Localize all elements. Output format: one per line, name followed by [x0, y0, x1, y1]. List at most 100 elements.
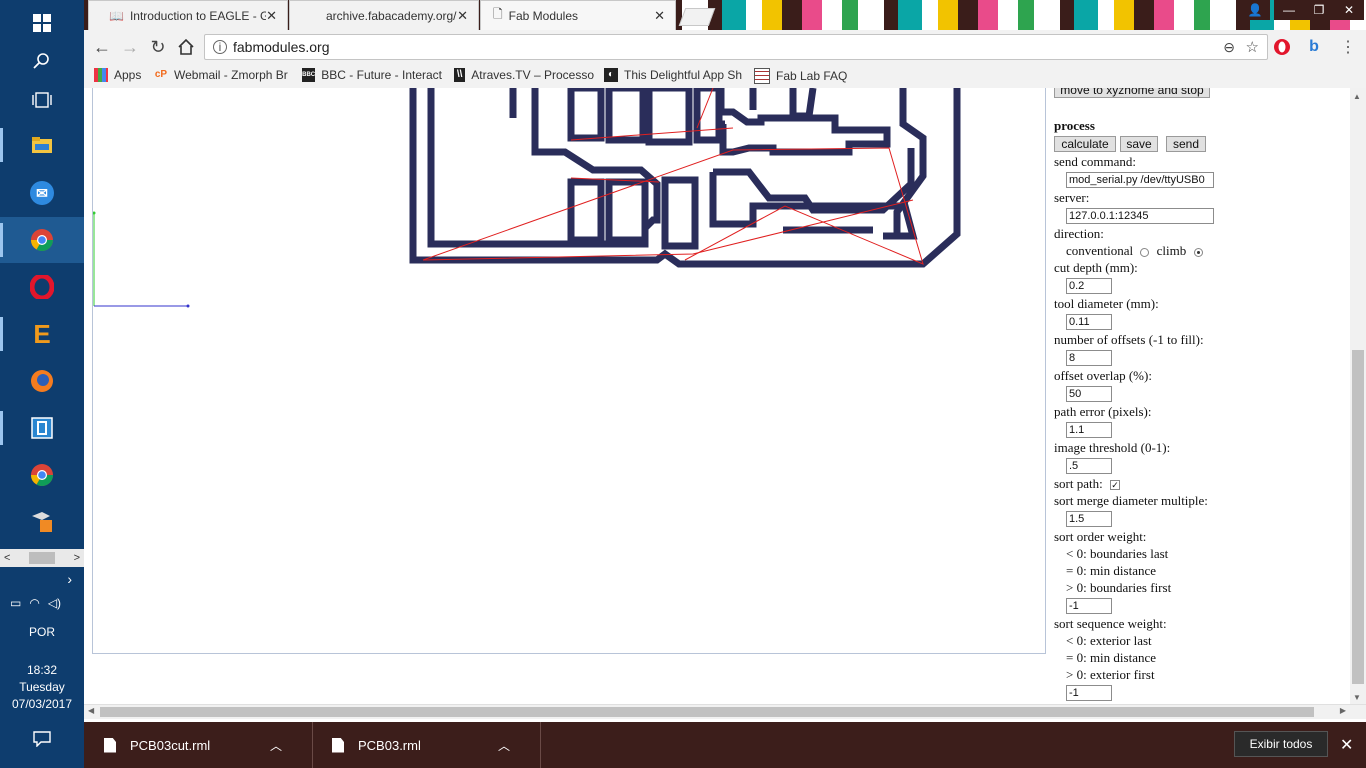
close-shelf-icon[interactable]: ✕	[1340, 735, 1353, 755]
volume-icon[interactable]: ◁)	[48, 596, 61, 610]
clock-date[interactable]: 07/03/2017	[0, 697, 84, 711]
language-indicator[interactable]: POR	[0, 625, 84, 639]
chevron-left-icon[interactable]: <	[4, 552, 10, 564]
scroll-left-icon[interactable]: ◀	[88, 706, 94, 715]
show-all-downloads-button[interactable]: Exibir todos	[1234, 731, 1328, 757]
process-settings-panel: move to xyzhome and stop process calcula…	[1054, 88, 1350, 704]
path-error-label: path error (pixels):	[1054, 404, 1152, 419]
cut-depth-input[interactable]: 0.2	[1066, 278, 1112, 294]
taskbar-thunderbird[interactable]: ✉	[0, 170, 84, 216]
reload-button[interactable]: ↻	[146, 35, 170, 59]
running-indicator	[0, 223, 3, 257]
sequence-weight-input[interactable]: -1	[1066, 685, 1112, 701]
vertical-scroll-thumb[interactable]	[1352, 350, 1364, 684]
wifi-icon[interactable]: ◠	[29, 596, 39, 610]
horizontal-scroll-thumb[interactable]	[100, 707, 1314, 717]
chevron-right-icon[interactable]: >	[74, 552, 80, 564]
taskbar-opera[interactable]	[0, 264, 84, 310]
download-item[interactable]: PCB03cut.rml ︿	[104, 722, 313, 768]
close-icon[interactable]: ✕	[457, 8, 468, 24]
send-command-input[interactable]: mod_serial.py /dev/ttyUSB0	[1066, 172, 1214, 188]
forward-button[interactable]: →	[118, 35, 142, 59]
info-icon[interactable]: i	[213, 40, 227, 54]
bookmark-fablab-faq[interactable]: Fab Lab FAQ	[754, 68, 854, 84]
download-filename: PCB03cut.rml	[130, 737, 211, 753]
minimize-button[interactable]: —	[1274, 0, 1304, 20]
move-home-button[interactable]: move to xyzhome and stop	[1054, 88, 1210, 98]
order-opt-2: = 0: min distance	[1066, 563, 1157, 578]
calculate-button[interactable]: calculate	[1054, 136, 1116, 152]
home-button[interactable]	[174, 35, 198, 59]
toolpath-canvas[interactable]	[92, 88, 1046, 654]
arrow-right-icon: →	[121, 36, 139, 57]
taskbar-app-blue[interactable]	[0, 405, 84, 451]
show-hidden-icons-chevron-icon[interactable]: ›	[0, 571, 84, 587]
merge-input[interactable]: 1.5	[1066, 511, 1112, 527]
path-error-input[interactable]: 1.1	[1066, 422, 1112, 438]
taskbar-app-hat[interactable]	[0, 499, 84, 545]
restore-button[interactable]: ❐	[1304, 0, 1334, 20]
opera-extension-icon[interactable]	[1272, 37, 1292, 57]
action-center-button[interactable]	[0, 716, 84, 762]
bing-extension-icon[interactable]: b	[1304, 37, 1324, 57]
star-icon[interactable]: ☆	[1246, 38, 1259, 56]
tool-diameter-input[interactable]: 0.11	[1066, 314, 1112, 330]
conventional-label: conventional	[1066, 243, 1134, 258]
tab-fab-modules[interactable]: 🗋 Fab Modules ✕	[480, 0, 676, 30]
task-view-button[interactable]	[0, 77, 84, 123]
home-icon	[178, 39, 194, 55]
clock-day[interactable]: Tuesday	[0, 680, 84, 694]
order-weight-input[interactable]: -1	[1066, 598, 1112, 614]
conventional-radio[interactable]	[1140, 247, 1150, 257]
taskbar-chrome[interactable]	[0, 217, 84, 263]
climb-radio[interactable]	[1193, 247, 1203, 257]
server-input[interactable]: 127.0.0.1:12345	[1066, 208, 1214, 224]
zoom-icon[interactable]: ⊖	[1223, 39, 1235, 56]
scroll-down-icon[interactable]: ▼	[1353, 693, 1361, 702]
battery-icon[interactable]: ▭	[10, 596, 21, 610]
back-button[interactable]: ←	[90, 35, 114, 59]
threshold-input[interactable]: .5	[1066, 458, 1112, 474]
taskbar-scrollbar[interactable]: < >	[0, 549, 84, 567]
clock-time[interactable]: 18:32	[0, 663, 84, 677]
tab-eagle[interactable]: 📖 Introduction to EAGLE - G ✕	[88, 0, 288, 30]
horizontal-scrollbar[interactable]: ◀ ▶	[84, 704, 1366, 719]
bookmark-atraves[interactable]: \\ Atraves.TV – Processo	[454, 68, 594, 82]
download-item[interactable]: PCB03.rml ︿	[332, 722, 541, 768]
taskbar-eagle[interactable]: E	[0, 311, 84, 357]
tab-archive[interactable]: archive.fabacademy.org/ ✕	[289, 0, 479, 30]
sort-path-label: sort path:	[1054, 476, 1103, 491]
close-icon[interactable]: ✕	[266, 8, 277, 24]
profile-icon[interactable]: 👤	[1240, 0, 1270, 20]
sort-path-checkbox[interactable]: ✓	[1110, 480, 1120, 491]
close-icon[interactable]: ✕	[654, 8, 665, 24]
scrollbar-thumb[interactable]	[29, 552, 55, 564]
close-window-button[interactable]: ✕	[1334, 0, 1364, 20]
taskbar-firefox[interactable]	[0, 358, 84, 404]
menu-kebab-icon[interactable]: ⋮	[1338, 37, 1358, 57]
download-filename: PCB03.rml	[358, 737, 421, 753]
taskbar-file-explorer[interactable]	[0, 122, 84, 168]
bookmark-bbc[interactable]: BBC BBC - Future - Interact	[302, 68, 442, 82]
thunderbird-icon: ✉	[30, 181, 54, 205]
taskbar-chrome-2[interactable]	[0, 452, 84, 498]
bookmark-delightful[interactable]: ◐ This Delightful App Sh	[604, 68, 744, 82]
vertical-scrollbar[interactable]: ▲ ▼	[1350, 88, 1366, 704]
scroll-right-icon[interactable]: ▶	[1340, 706, 1346, 715]
scroll-up-icon[interactable]: ▲	[1353, 92, 1361, 101]
bookmark-webmail[interactable]: cP Webmail - Zmorph Br	[154, 68, 292, 82]
bookmark-apps[interactable]: Apps	[94, 68, 154, 82]
book-icon: 📖	[109, 8, 124, 23]
download-shelf: PCB03cut.rml ︿ PCB03.rml ︿ Exibir todos …	[84, 722, 1366, 768]
bookmarks-bar: Apps cP Webmail - Zmorph Br BBC BBC - Fu…	[84, 64, 1366, 88]
chevron-up-icon[interactable]: ︿	[498, 737, 510, 754]
chevron-up-icon[interactable]: ︿	[270, 737, 282, 754]
offsets-input[interactable]: 8	[1066, 350, 1112, 366]
grid-icon	[754, 68, 770, 84]
send-button[interactable]: send	[1166, 136, 1206, 152]
notification-icon	[33, 731, 51, 747]
address-bar[interactable]: i fabmodules.org ⊖ ☆	[204, 34, 1268, 60]
direction-label: direction:	[1054, 226, 1104, 241]
save-button[interactable]: save	[1120, 136, 1158, 152]
overlap-input[interactable]: 50	[1066, 386, 1112, 402]
